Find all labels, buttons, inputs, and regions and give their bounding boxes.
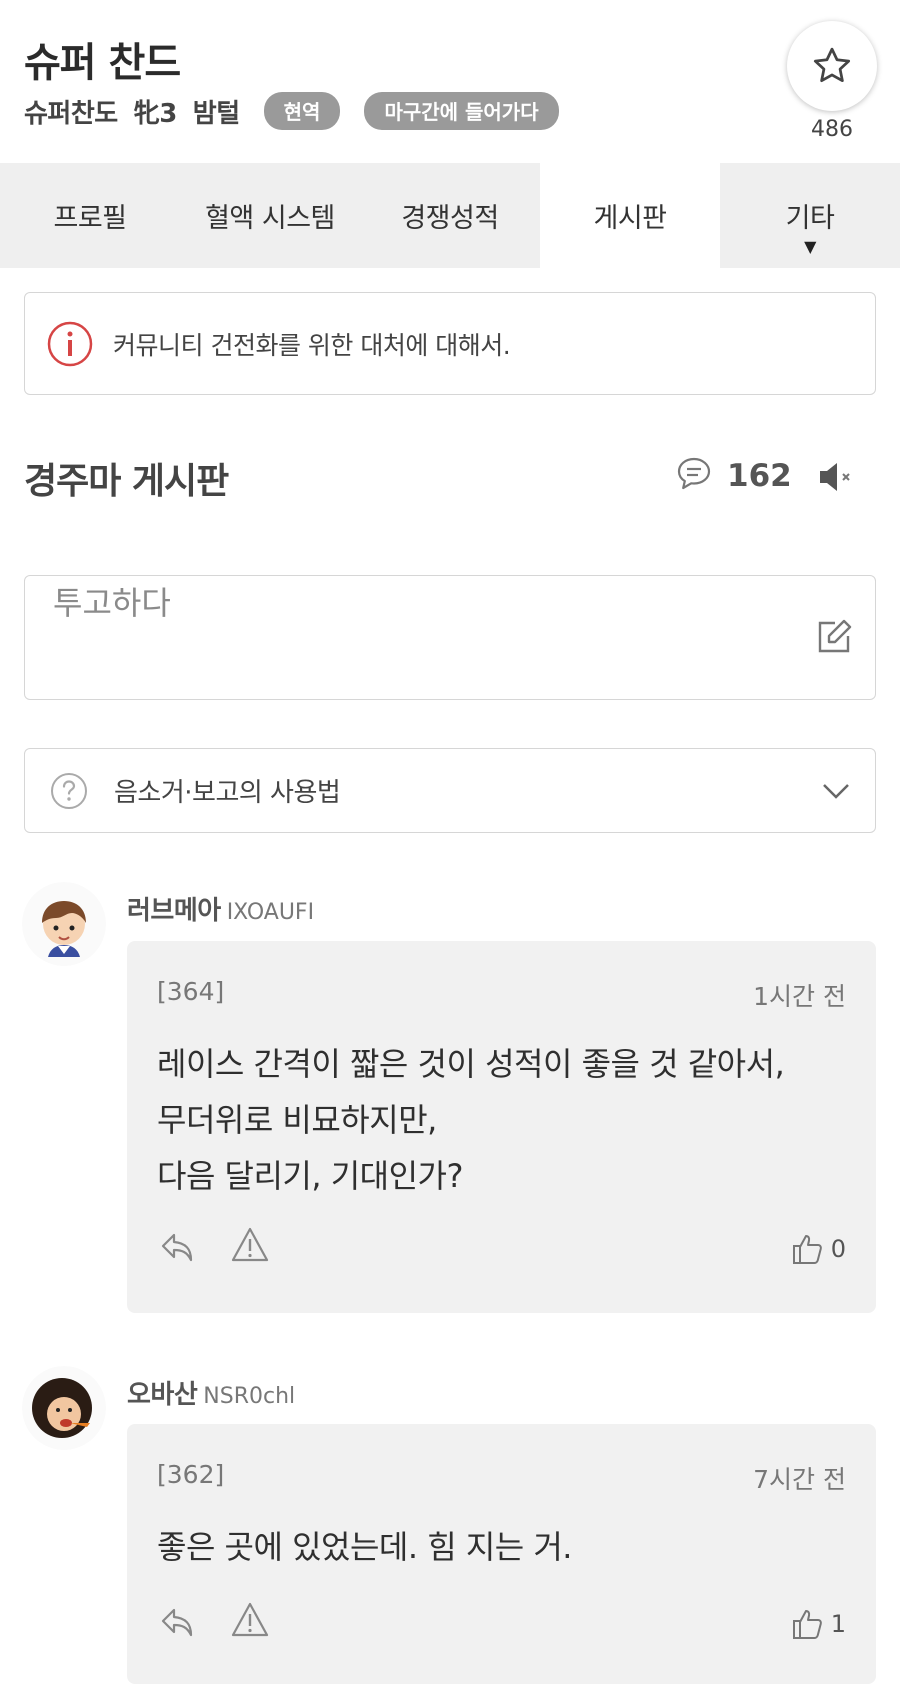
board-title: 경주마 게시판 <box>24 461 229 502</box>
comment-timestamp: 7시간 전 <box>753 1465 846 1494</box>
horse-age: 牝3 <box>133 98 178 129</box>
comment-body: 레이스 간격이 짧은 것이 성적이 좋을 것 같아서, 무더위로 비묘하지만, … <box>157 1036 785 1204</box>
tab-bloodline[interactable]: 혈액 시스템 <box>180 163 360 268</box>
comment-timestamp: 1시간 전 <box>753 982 846 1011</box>
comment-line: 무더위로 비묘하지만, <box>157 1101 437 1139</box>
thumbs-up-icon <box>792 1235 822 1264</box>
curly-hair-avatar-icon <box>22 1366 106 1450</box>
comment-number: [362] <box>157 1460 225 1489</box>
horse-name: 슈퍼 찬드 <box>24 40 181 86</box>
edit-icon <box>818 619 852 653</box>
report-button[interactable] <box>230 1601 270 1643</box>
tab-label: 기타 <box>785 203 835 234</box>
horse-color: 밤털 <box>192 98 240 129</box>
post-input[interactable]: 투고하다 <box>24 575 876 700</box>
comment-line: 레이스 간격이 짧은 것이 성적이 좋을 것 같아서, <box>157 1045 785 1083</box>
comment-body: 좋은 곳에 있었는데. 힘 지는 거. <box>157 1519 572 1575</box>
comment-line: 다음 달리기, 기대인가? <box>157 1157 463 1195</box>
user-name[interactable]: 러브메아 IXOAUFI <box>127 890 314 927</box>
notice-banner[interactable]: 커뮤니티 건전화를 위한 대처에 대해서. <box>24 292 876 395</box>
user-name[interactable]: 오바산 NSR0chl <box>127 1374 295 1411</box>
reply-button[interactable] <box>159 1604 197 1646</box>
chevron-down-icon <box>823 784 849 799</box>
reply-arrow-icon <box>161 1233 193 1262</box>
comment-card: [362] 7시간 전 좋은 곳에 있었는데. 힘 지는 거. 1 <box>127 1424 876 1684</box>
comment-count-indicator <box>675 455 713 497</box>
tab-label: 프로필 <box>53 203 127 234</box>
horse-header: 슈퍼 찬드 슈퍼찬도 牝3 밤털 현역 마구간에 들어가다 486 <box>0 0 900 163</box>
user-nickname: 러브메아 <box>127 896 221 926</box>
caret-down-icon: ▼ <box>804 237 816 256</box>
info-alert-icon <box>47 321 93 366</box>
question-icon <box>51 772 87 809</box>
comment-card: [364] 1시간 전 레이스 간격이 짧은 것이 성적이 좋을 것 같아서, … <box>127 941 876 1313</box>
thumbs-up-icon <box>792 1610 822 1639</box>
horse-meta: 슈퍼찬도 牝3 밤털 현역 마구간에 들어가다 <box>24 92 575 130</box>
comment-number: [364] <box>157 977 225 1006</box>
status-badge-stable: 마구간에 들어가다 <box>364 92 559 130</box>
tab-label: 경쟁성적 <box>401 203 499 234</box>
like-button[interactable]: 1 <box>791 1607 846 1641</box>
like-count: 0 <box>830 1235 846 1263</box>
tab-label: 게시판 <box>593 203 667 234</box>
tab-race-results[interactable]: 경쟁성적 <box>360 163 540 268</box>
tab-bar: 프로필 혈액 시스템 경쟁성적 게시판 기타 ▼ <box>0 163 900 268</box>
boy-avatar-icon <box>22 882 106 966</box>
warning-icon <box>231 1602 269 1637</box>
status-badge-active: 현역 <box>263 92 341 130</box>
speaker-mute-icon <box>820 463 850 491</box>
compose-button[interactable] <box>815 618 853 660</box>
reply-arrow-icon <box>161 1608 193 1637</box>
star-icon <box>813 47 851 83</box>
speech-bubble-icon <box>677 457 711 490</box>
avatar[interactable] <box>22 882 106 966</box>
avatar[interactable] <box>22 1366 106 1450</box>
like-button[interactable]: 0 <box>791 1232 846 1266</box>
horse-breed: 슈퍼찬도 <box>24 98 118 129</box>
user-id: NSR0chl <box>203 1384 296 1409</box>
help-accordion[interactable]: 음소거·보고의 사용법 <box>24 748 876 833</box>
help-text: 음소거·보고의 사용법 <box>114 778 341 808</box>
post-placeholder: 투고하다 <box>53 584 171 622</box>
notice-text: 커뮤니티 건전화를 위한 대처에 대해서. <box>113 330 511 360</box>
comment-line: 좋은 곳에 있었는데. 힘 지는 거. <box>157 1528 572 1566</box>
comment-count: 162 <box>727 458 792 494</box>
report-button[interactable] <box>230 1226 270 1268</box>
like-count: 1 <box>830 1610 846 1638</box>
warning-icon <box>231 1227 269 1262</box>
tab-profile[interactable]: 프로필 <box>0 163 180 268</box>
tab-more[interactable]: 기타 ▼ <box>720 163 900 268</box>
user-id: IXOAUFI <box>226 900 315 925</box>
favorite-count: 486 <box>811 117 853 142</box>
tab-board[interactable]: 게시판 <box>540 163 720 268</box>
reply-button[interactable] <box>159 1229 197 1271</box>
user-nickname: 오바산 <box>127 1380 198 1410</box>
favorite-button[interactable] <box>787 21 877 111</box>
mute-button[interactable] <box>816 459 856 499</box>
tab-label: 혈액 시스템 <box>205 203 335 234</box>
